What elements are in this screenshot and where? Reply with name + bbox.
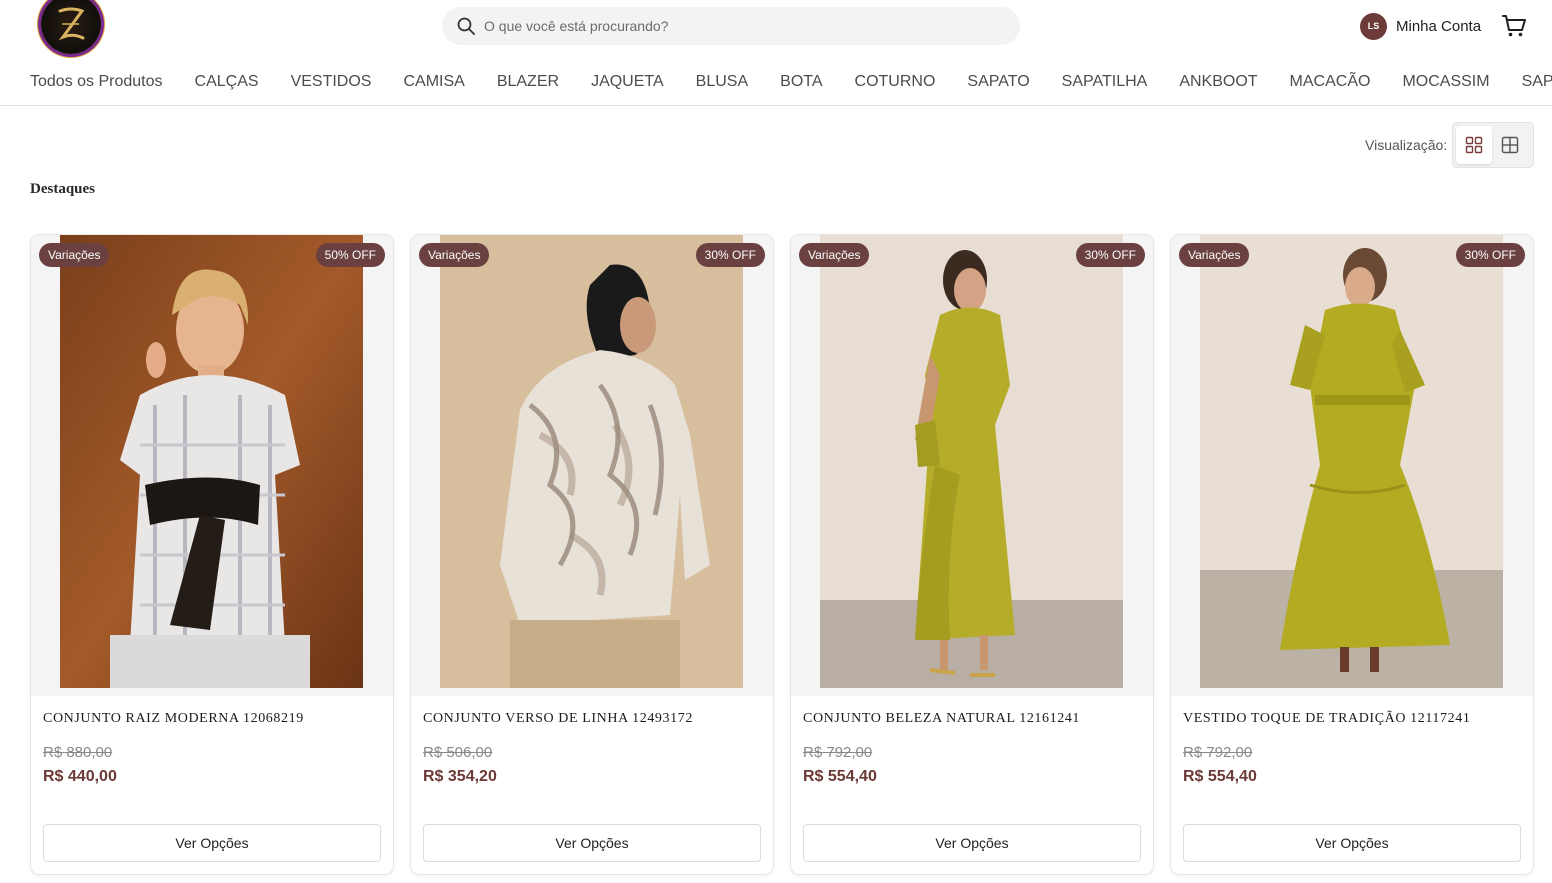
view-grid-2-button[interactable] [1492,126,1528,164]
nav-item-coturno[interactable]: COTURNO [855,69,936,95]
sale-price: R$ 354,20 [423,768,497,785]
original-price: R$ 792,00 [803,744,873,761]
original-price: R$ 506,00 [423,744,493,761]
search-bar[interactable] [442,7,1020,45]
view-label: Visualização: [1365,137,1448,153]
product-image-area: Variações 50% OFF [31,235,393,696]
nav-item-sapatenis[interactable]: SAPATENIS [1522,69,1552,95]
account-label: Minha Conta [1396,17,1482,35]
product-card[interactable]: Variações 30% OFF CONJUNTO BELEZA NATURA… [790,234,1154,875]
account-link[interactable]: LS Minha Conta [1360,12,1481,40]
nav-item-sapato[interactable]: SAPATO [967,69,1029,95]
view-options-button[interactable]: Ver Opções [43,824,381,862]
nav-item-todos[interactable]: Todos os Produtos [30,69,163,95]
nav-item-jaqueta[interactable]: JAQUETA [591,69,664,95]
product-image-area: Variações 30% OFF [411,235,773,696]
product-photo[interactable] [440,235,743,688]
product-image-area: Variações 30% OFF [791,235,1153,696]
view-options-button[interactable]: Ver Opções [423,824,761,862]
nav-item-bota[interactable]: BOTA [780,69,822,95]
product-card[interactable]: Variações 30% OFF VESTIDO TOQUE DE TRADI… [1170,234,1534,875]
product-title[interactable]: CONJUNTO VERSO DE LINHA 12493172 [423,711,693,727]
avatar: LS [1360,12,1387,40]
discount-badge: 30% OFF [1075,243,1145,267]
nav-item-macacao[interactable]: MACACÃO [1290,69,1371,95]
variations-badge: Variações [799,243,870,267]
nav-item-camisa[interactable]: CAMISA [403,69,464,95]
sale-price: R$ 554,40 [803,768,877,785]
variations-badge: Variações [1179,243,1250,267]
variations-badge: Variações [419,243,490,267]
nav-item-calcas[interactable]: CALÇAS [195,69,259,95]
grid-small-icon [1465,136,1483,154]
view-options-button[interactable]: Ver Opções [803,824,1141,862]
product-photo[interactable] [820,235,1123,688]
nav-item-mocassim[interactable]: MOCASSIM [1402,69,1489,95]
product-title[interactable]: CONJUNTO BELEZA NATURAL 12161241 [803,711,1080,727]
view-grid-4-button[interactable] [1456,126,1492,164]
product-title[interactable]: CONJUNTO RAIZ MODERNA 12068219 [43,711,304,727]
product-card[interactable]: Variações 30% OFF CONJUNTO VERSO DE LINH… [410,234,774,875]
original-price: R$ 880,00 [43,744,113,761]
original-price: R$ 792,00 [1183,744,1253,761]
discount-badge: 50% OFF [315,243,385,267]
sale-price: R$ 554,40 [1183,768,1257,785]
logo-monogram-icon [58,7,85,41]
view-toggle [1452,122,1534,168]
nav-item-sapatilha[interactable]: SAPATILHA [1062,69,1148,95]
product-photo[interactable] [1200,235,1503,688]
view-options-button[interactable]: Ver Opções [1183,824,1521,862]
product-title[interactable]: VESTIDO TOQUE DE TRADIÇÃO 12117241 [1183,711,1470,727]
category-nav: Todos os Produtos CALÇAS VESTIDOS CAMISA… [30,69,1552,95]
section-title: Destaques [30,181,96,197]
search-input[interactable] [484,18,984,34]
site-header: LS Minha Conta Todos os Produtos CALÇAS … [0,0,1552,106]
discount-badge: 30% OFF [1455,243,1525,267]
product-photo[interactable] [60,235,363,688]
nav-item-vestidos[interactable]: VESTIDOS [291,69,372,95]
nav-item-ankboot[interactable]: ANKBOOT [1179,69,1257,95]
sale-price: R$ 440,00 [43,768,117,785]
discount-badge: 30% OFF [695,243,765,267]
cart-icon[interactable] [1501,13,1527,39]
grid-large-icon [1501,136,1519,154]
product-image-area: Variações 30% OFF [1171,235,1533,696]
nav-item-blazer[interactable]: BLAZER [497,69,559,95]
brand-logo[interactable] [41,0,101,54]
variations-badge: Variações [39,243,110,267]
search-icon[interactable] [456,16,476,36]
product-card[interactable]: Variações 50% OFF CONJUNTO RAIZ MODERNA … [30,234,394,875]
nav-item-blusa[interactable]: BLUSA [696,69,748,95]
